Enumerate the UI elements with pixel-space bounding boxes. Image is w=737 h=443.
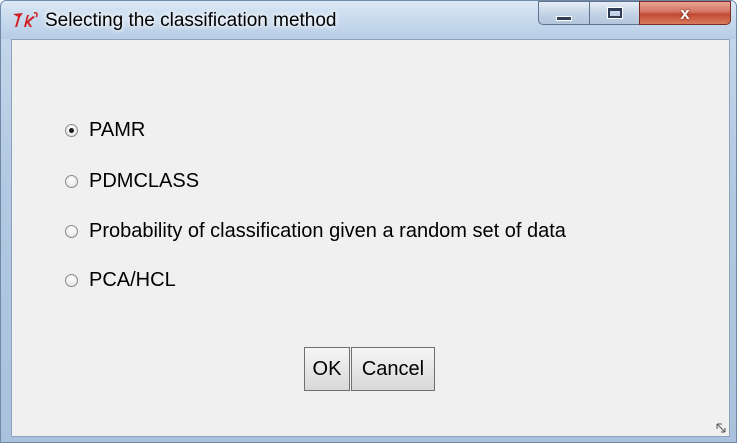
dialog-window: Selecting the classification method x PA… [0, 0, 737, 443]
radio-option-pdmclass[interactable]: PDMCLASS [65, 170, 199, 193]
maximize-button[interactable] [589, 1, 640, 25]
minimize-icon [556, 15, 572, 21]
tk-feather-icon [13, 12, 38, 27]
close-icon: x [680, 3, 690, 23]
resize-grip-icon[interactable] [715, 422, 727, 434]
radio-button[interactable] [65, 124, 78, 137]
radio-button[interactable] [65, 225, 78, 238]
caption-buttons: x [538, 1, 736, 31]
title-bar[interactable]: Selecting the classification method x [1, 1, 736, 39]
radio-label: PAMR [89, 119, 146, 141]
radio-option-pamr[interactable]: PAMR [65, 119, 145, 142]
close-button[interactable]: x [639, 1, 731, 25]
radio-option-probability[interactable]: Probability of classification given a ra… [65, 220, 566, 243]
radio-option-pca-hcl[interactable]: PCA/HCL [65, 269, 176, 292]
radio-label: PCA/HCL [89, 269, 176, 291]
radio-label: PDMCLASS [89, 170, 200, 192]
window-title: Selecting the classification method [45, 10, 337, 31]
radio-button[interactable] [65, 175, 78, 188]
cancel-button[interactable]: Cancel [351, 347, 435, 391]
ok-button[interactable]: OK [304, 347, 350, 391]
radio-button[interactable] [65, 274, 78, 287]
maximize-icon [606, 7, 623, 19]
dialog-body: PAMR PDMCLASS Probability of classificat… [11, 39, 730, 437]
radio-label: Probability of classification given a ra… [89, 220, 566, 242]
minimize-button[interactable] [538, 1, 590, 25]
